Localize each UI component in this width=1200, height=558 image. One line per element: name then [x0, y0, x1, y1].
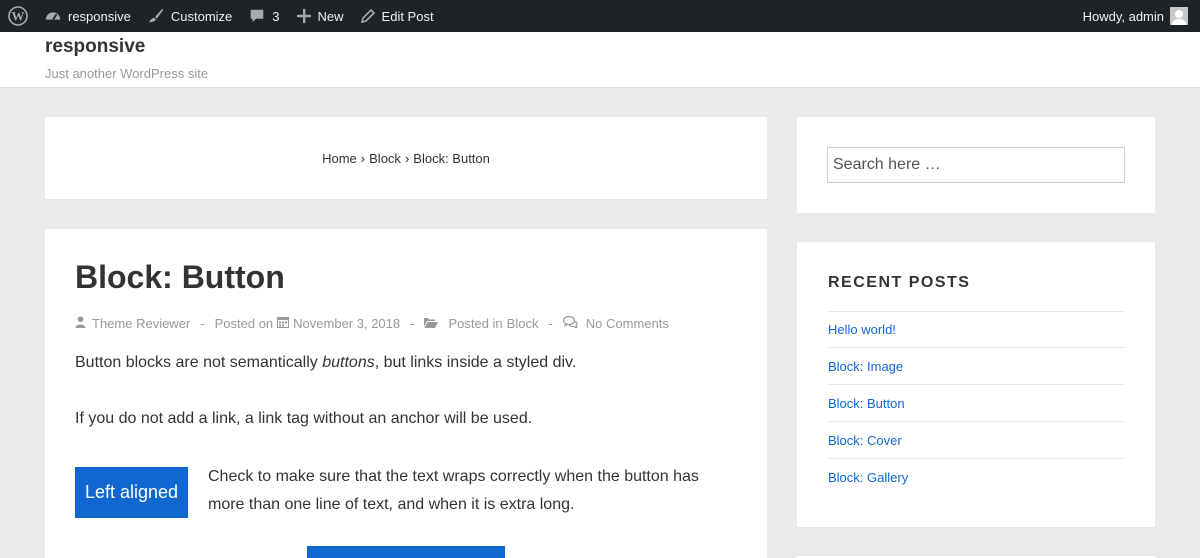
- paragraph-emphasis: buttons: [322, 354, 375, 371]
- post-paragraph: If you do not add a link, a link tag wit…: [75, 410, 533, 427]
- recent-post-link[interactable]: Block: Cover: [828, 433, 902, 448]
- pencil-icon: [360, 8, 376, 24]
- list-item: Hello world!: [828, 311, 1125, 348]
- comments-link[interactable]: 3: [240, 0, 287, 32]
- search-input[interactable]: [827, 147, 1125, 183]
- recent-posts-list: Hello world! Block: Image Block: Button …: [828, 311, 1125, 496]
- folder-open-icon: [424, 316, 439, 331]
- recent-post-link[interactable]: Block: Image: [828, 359, 903, 374]
- post-comments-link[interactable]: No Comments: [586, 316, 669, 331]
- admin-bar: W responsive Customize 3 New Edit Post H…: [0, 0, 1200, 32]
- centered-button[interactable]: [307, 546, 505, 558]
- user-icon: [75, 316, 86, 331]
- breadcrumb-separator: ›: [404, 150, 410, 166]
- breadcrumb-current: Block: Button: [413, 150, 490, 166]
- list-item: Block: Gallery: [828, 459, 1125, 496]
- list-item: Block: Image: [828, 348, 1125, 385]
- howdy-label: Howdy, admin: [1082, 8, 1164, 24]
- recent-post-link[interactable]: Block: Button: [828, 396, 905, 411]
- site-title[interactable]: responsive: [45, 36, 145, 58]
- admin-bar-right: Howdy, admin: [1075, 0, 1200, 32]
- post-category[interactable]: Block: [507, 316, 539, 331]
- new-label: New: [317, 8, 344, 24]
- post-article: Block: Button Theme Reviewer - Posted on…: [45, 229, 767, 558]
- wordpress-logo-menu[interactable]: W: [0, 0, 36, 32]
- breadcrumb-container: Home › Block › Block: Button: [45, 117, 767, 199]
- breadcrumb-separator: ›: [360, 150, 366, 166]
- comments-count: 3: [272, 8, 280, 24]
- post-author[interactable]: Theme Reviewer: [92, 316, 190, 331]
- avatar: [1170, 7, 1188, 25]
- posted-on-label: Posted on: [214, 316, 274, 331]
- customize-label: Customize: [170, 8, 233, 24]
- list-item: Block: Button: [828, 385, 1125, 422]
- svg-text:W: W: [12, 9, 25, 24]
- edit-post-link[interactable]: Edit Post: [352, 0, 442, 32]
- site-name-menu[interactable]: responsive: [36, 0, 139, 32]
- wordpress-icon: W: [8, 6, 28, 26]
- paragraph-text: , but links inside a styled div.: [374, 354, 577, 371]
- brush-icon: [147, 7, 165, 25]
- recent-post-link[interactable]: Hello world!: [828, 322, 896, 337]
- recent-post-link[interactable]: Block: Gallery: [828, 470, 908, 485]
- breadcrumb-home[interactable]: Home: [322, 151, 357, 166]
- admin-bar-left: W responsive Customize 3 New Edit Post: [0, 0, 442, 32]
- site-header: responsive Just another WordPress site: [0, 32, 1200, 88]
- post-date[interactable]: November 3, 2018: [293, 316, 400, 331]
- posted-in-label: Posted in: [448, 316, 503, 331]
- edit-post-label: Edit Post: [381, 8, 434, 24]
- new-content-menu[interactable]: New: [288, 0, 352, 32]
- post-meta: Theme Reviewer - Posted on November 3, 2…: [75, 315, 669, 331]
- breadcrumb: Home › Block › Block: Button: [322, 151, 490, 166]
- meta-separator: -: [548, 316, 553, 331]
- dashboard-icon: [44, 7, 62, 25]
- meta-separator: -: [410, 316, 415, 331]
- calendar-icon: [277, 316, 290, 331]
- plus-icon: [296, 8, 312, 24]
- post-paragraph-wrapping: Check to make sure that the text wraps c…: [208, 468, 699, 513]
- list-item: Block: Cover: [828, 422, 1125, 459]
- recent-posts-widget: RECENT POSTS Hello world! Block: Image B…: [797, 242, 1155, 527]
- my-account-menu[interactable]: Howdy, admin: [1075, 0, 1188, 32]
- site-name-label: responsive: [68, 8, 131, 24]
- site-tagline: Just another WordPress site: [45, 66, 209, 81]
- comment-icon: [248, 7, 266, 25]
- breadcrumb-category[interactable]: Block: [369, 151, 401, 166]
- left-aligned-button[interactable]: Left aligned: [75, 467, 188, 518]
- post-paragraph: Button blocks are not semantically butto…: [75, 354, 576, 372]
- customize-link[interactable]: Customize: [139, 0, 240, 32]
- post-title: Block: Button: [75, 259, 285, 295]
- recent-posts-title: RECENT POSTS: [828, 274, 971, 291]
- paragraph-text: Button blocks are not semantically: [75, 354, 323, 371]
- comments-icon: [562, 315, 579, 331]
- meta-separator: -: [200, 316, 205, 331]
- search-widget: [797, 117, 1155, 213]
